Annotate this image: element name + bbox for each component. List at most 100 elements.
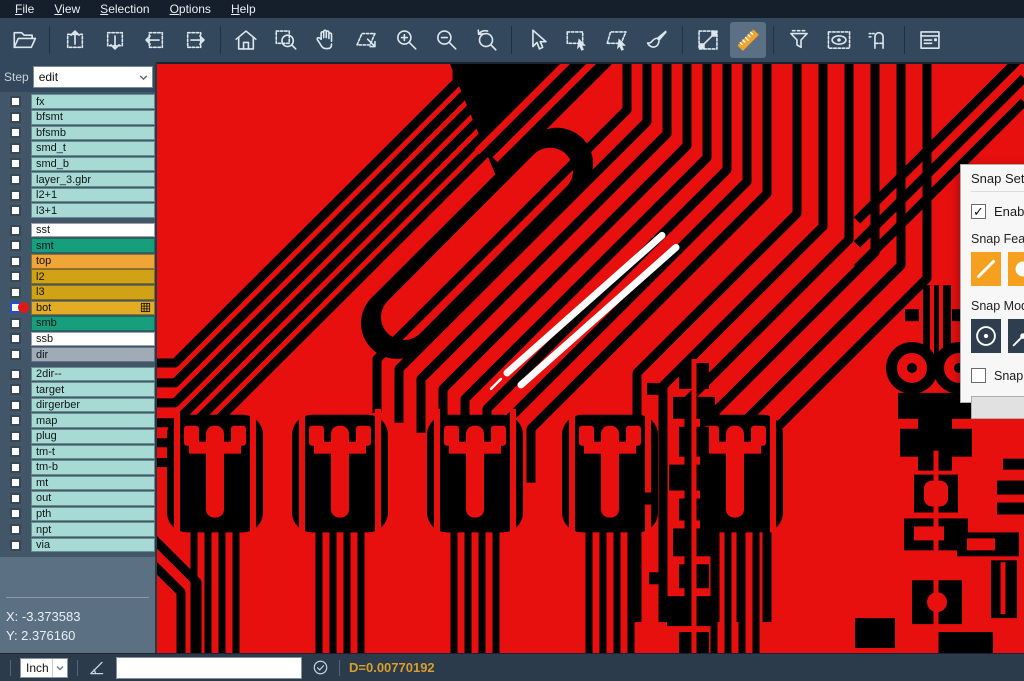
open-folder-button[interactable] xyxy=(6,22,42,58)
layer-npt[interactable]: npt xyxy=(31,522,155,537)
layer-visibility-checkbox[interactable] xyxy=(10,112,21,123)
shift-up-button[interactable] xyxy=(57,22,93,58)
layer-ssb[interactable]: ssb xyxy=(31,332,155,347)
layer-smt[interactable]: smt xyxy=(31,238,155,253)
filter-button[interactable] xyxy=(781,22,817,58)
shift-down-button[interactable] xyxy=(97,22,133,58)
shift-left-button[interactable] xyxy=(137,22,173,58)
menu-help[interactable]: Help xyxy=(222,1,265,17)
layer-visibility-checkbox[interactable] xyxy=(10,462,21,473)
midpoint-icon xyxy=(1008,321,1024,351)
zoom-in-button[interactable] xyxy=(388,22,424,58)
layer-visibility-checkbox[interactable] xyxy=(10,508,21,519)
layer-sst[interactable]: sst xyxy=(31,223,155,238)
select-arrow-button[interactable] xyxy=(519,22,555,58)
layer-visibility-checkbox[interactable] xyxy=(10,240,21,251)
layer-layer_3.gbr[interactable]: layer_3.gbr xyxy=(31,172,155,187)
shift-right-button[interactable] xyxy=(177,22,213,58)
layer-visibility-checkbox[interactable] xyxy=(10,524,21,535)
select-polygon-button[interactable] xyxy=(599,22,635,58)
snap-circle-button[interactable] xyxy=(1008,252,1024,286)
layer-smb[interactable]: smb xyxy=(31,316,155,331)
layer-fx[interactable]: fx xyxy=(31,94,155,109)
snap-all-layers-checkbox[interactable] xyxy=(971,368,986,383)
zoom-window-button[interactable] xyxy=(268,22,304,58)
layer-visibility-checkbox[interactable] xyxy=(10,369,21,380)
layer-l3[interactable]: l3 xyxy=(31,285,155,300)
menu-file[interactable]: File xyxy=(6,1,43,17)
dialog-title-bar[interactable]: Snap Settings x xyxy=(971,165,1024,192)
apply-check-icon[interactable] xyxy=(311,658,330,677)
layer-plug[interactable]: plug xyxy=(31,429,155,444)
layer-dirgerber[interactable]: dirgerber xyxy=(31,398,155,413)
layer-mt[interactable]: mt xyxy=(31,476,155,491)
layer-visibility-checkbox[interactable] xyxy=(10,415,21,426)
layer-visibility-checkbox[interactable] xyxy=(10,384,21,395)
snap-center-button[interactable] xyxy=(971,319,1001,353)
zoom-previous-button[interactable] xyxy=(468,22,504,58)
zoom-out-button[interactable] xyxy=(428,22,464,58)
layer-2dir--[interactable]: 2dir-- xyxy=(31,367,155,382)
pcb-canvas[interactable]: Snap Settings x ✓ Enable Snapping Snap F… xyxy=(157,62,1024,653)
layer-l3+1[interactable]: l3+1 xyxy=(31,203,155,218)
layer-via[interactable]: via xyxy=(31,538,155,553)
layer-out[interactable]: out xyxy=(31,491,155,506)
layer-tm-t[interactable]: tm-t xyxy=(31,445,155,460)
layer-visibility-checkbox[interactable] xyxy=(10,190,21,201)
step-select[interactable]: edit xyxy=(33,66,153,88)
view-options-button[interactable] xyxy=(821,22,857,58)
angle-measure-icon[interactable] xyxy=(87,658,107,678)
menu-view[interactable]: View xyxy=(45,1,89,17)
snap-magnet-button[interactable] xyxy=(861,22,897,58)
measure-distance-button[interactable] xyxy=(690,22,726,58)
properties-panel-button[interactable] xyxy=(912,22,948,58)
layer-visibility-checkbox[interactable] xyxy=(10,493,21,504)
ruler-button[interactable] xyxy=(730,22,766,58)
layer-l2[interactable]: l2 xyxy=(31,269,155,284)
enable-snapping-checkbox[interactable]: ✓ xyxy=(971,204,986,219)
layer-tm-b[interactable]: tm-b xyxy=(31,460,155,475)
layer-visibility-checkbox[interactable] xyxy=(10,174,21,185)
layer-visibility-checkbox[interactable] xyxy=(10,225,21,236)
layer-bot[interactable]: bot xyxy=(31,301,155,316)
layer-visibility-checkbox[interactable] xyxy=(10,158,21,169)
measure-input[interactable] xyxy=(116,657,302,679)
layer-smd_b[interactable]: smd_b xyxy=(31,157,155,172)
layer-dir[interactable]: dir xyxy=(31,347,155,362)
layer-top[interactable]: top xyxy=(31,254,155,269)
snap-midpoint-button[interactable] xyxy=(1008,319,1024,353)
layer-map[interactable]: map xyxy=(31,413,155,428)
layer-smd_t[interactable]: smd_t xyxy=(31,141,155,156)
layer-visibility-checkbox[interactable] xyxy=(10,143,21,154)
layer-bfsmb[interactable]: bfsmb xyxy=(31,126,155,141)
layer-visibility-checkbox[interactable] xyxy=(10,256,21,267)
layer-visibility-checkbox[interactable] xyxy=(10,287,21,298)
menu-selection[interactable]: Selection xyxy=(91,1,158,17)
select-rectangle-button[interactable] xyxy=(559,22,595,58)
layer-visibility-checkbox[interactable] xyxy=(10,431,21,442)
brush-select-button[interactable] xyxy=(639,22,675,58)
pan-hand-button[interactable] xyxy=(308,22,344,58)
layer-visibility-checkbox[interactable] xyxy=(10,96,21,107)
layer-name-label: mt xyxy=(36,476,48,490)
layer-bfsmt[interactable]: bfsmt xyxy=(31,110,155,125)
snap-line-button[interactable] xyxy=(971,252,1001,286)
layer-visibility-checkbox[interactable] xyxy=(10,318,21,329)
layer-visibility-checkbox[interactable] xyxy=(10,477,21,488)
close-button[interactable]: Close xyxy=(971,396,1024,419)
layer-visibility-checkbox[interactable] xyxy=(10,127,21,138)
layer-visibility-checkbox[interactable] xyxy=(10,400,21,411)
layer-visibility-checkbox[interactable] xyxy=(10,205,21,216)
layer-visibility-checkbox[interactable] xyxy=(10,271,21,282)
zoom-area-button[interactable] xyxy=(348,22,384,58)
units-select[interactable]: Inch xyxy=(20,658,68,678)
menu-options[interactable]: Options xyxy=(161,1,220,17)
layer-visibility-checkbox[interactable] xyxy=(10,333,21,344)
layer-pth[interactable]: pth xyxy=(31,507,155,522)
layer-target[interactable]: target xyxy=(31,382,155,397)
layer-visibility-checkbox[interactable] xyxy=(10,540,21,551)
layer-visibility-checkbox[interactable] xyxy=(10,349,21,360)
layer-l2+1[interactable]: l2+1 xyxy=(31,188,155,203)
home-view-button[interactable] xyxy=(228,22,264,58)
layer-visibility-checkbox[interactable] xyxy=(10,446,21,457)
